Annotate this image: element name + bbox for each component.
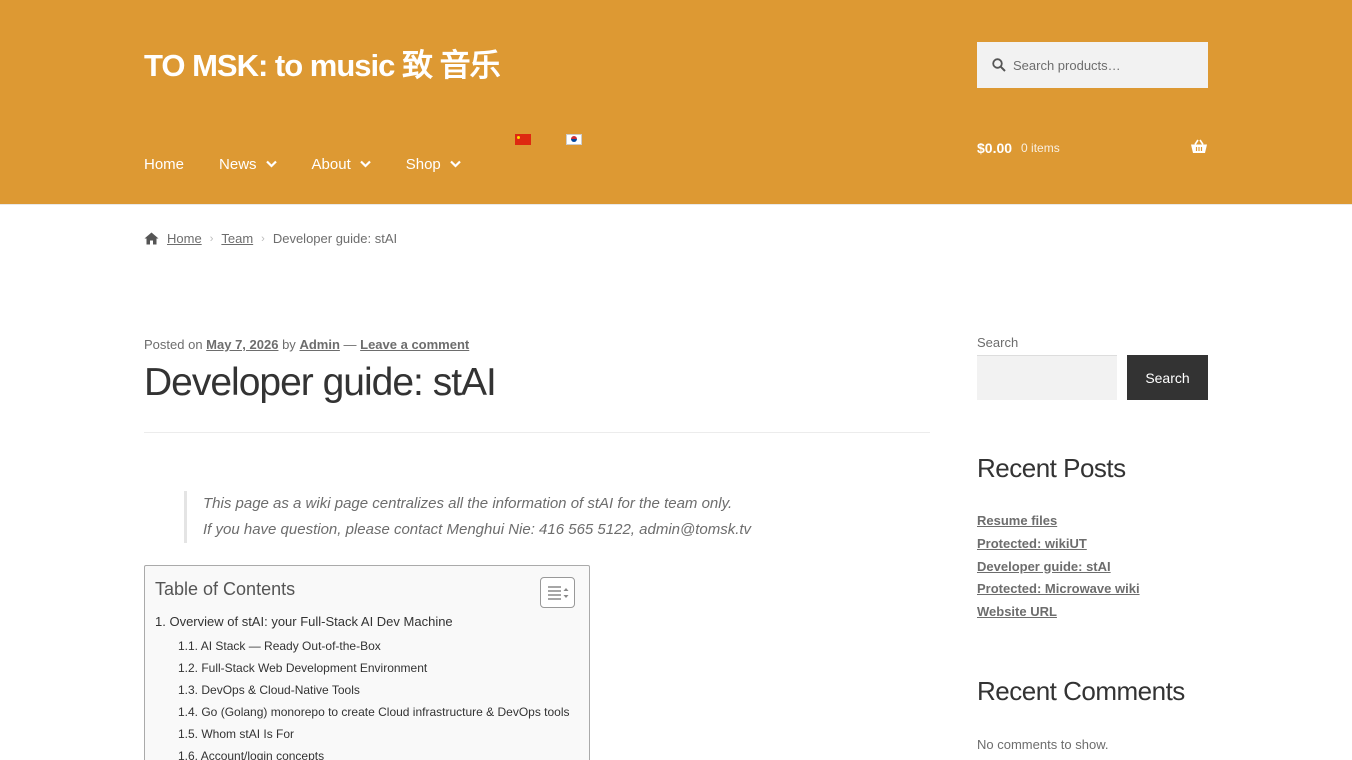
- meta-dash: —: [343, 337, 357, 352]
- list-toggle-icon: [548, 586, 569, 600]
- toc-item[interactable]: 1.4. Go (Golang) monorepo to create Clou…: [155, 702, 570, 724]
- home-icon: [144, 232, 159, 245]
- table-of-contents: Table of Contents 1. Overview of stAI: y…: [144, 565, 590, 760]
- recent-posts-list: Resume files Protected: wikiUT Developer…: [977, 511, 1140, 625]
- breadcrumb: Home › Team › Developer guide: stAI: [144, 231, 397, 246]
- breadcrumb-current: Developer guide: stAI: [272, 231, 398, 246]
- breadcrumb-separator-icon: ›: [209, 232, 214, 245]
- chevron-down-icon[interactable]: [265, 160, 277, 168]
- korea-flag-icon[interactable]: [566, 134, 582, 145]
- site-header: TO MSK: to music 致 音乐 Home News About Sh…: [0, 0, 1352, 205]
- no-comments-text: No comments to show.: [977, 737, 1109, 752]
- quote-line: If you have question, please contact Men…: [203, 521, 752, 538]
- toc-item[interactable]: 1.3. DevOps & Cloud-Native Tools: [155, 680, 570, 702]
- toc-item[interactable]: 1.1. AI Stack — Ready Out-of-the-Box: [155, 636, 570, 658]
- breadcrumb-team-link[interactable]: Team: [221, 231, 253, 246]
- nav-item-shop[interactable]: Shop: [406, 156, 461, 173]
- nav-item-home[interactable]: Home: [144, 156, 184, 173]
- recent-post-link[interactable]: Protected: Microwave wiki: [977, 579, 1140, 602]
- by-label: by: [282, 337, 296, 352]
- sidebar-search-label: Search: [977, 335, 1019, 350]
- nav-item-about[interactable]: About: [312, 156, 371, 173]
- toc-item[interactable]: 1. Overview of stAI: your Full-Stack AI …: [155, 612, 570, 636]
- product-search-input[interactable]: [1013, 42, 1203, 88]
- sidebar-search-input[interactable]: [977, 355, 1117, 400]
- recent-post-link[interactable]: Developer guide: stAI: [977, 557, 1140, 580]
- nav-item-label: About: [311, 155, 351, 173]
- recent-comments-title: Recent Comments: [977, 676, 1185, 706]
- leave-comment-link[interactable]: Leave a comment: [360, 337, 469, 352]
- toc-item[interactable]: 1.5. Whom stAI Is For: [155, 724, 570, 746]
- posted-on-label: Posted on: [144, 337, 203, 352]
- breadcrumb-home-link[interactable]: Home: [167, 231, 202, 246]
- basket-icon[interactable]: [1190, 139, 1208, 154]
- toc-list: 1. Overview of stAI: your Full-Stack AI …: [155, 612, 570, 760]
- chevron-down-icon[interactable]: [359, 160, 371, 168]
- recent-post-link[interactable]: Website URL: [977, 602, 1140, 625]
- recent-post-link[interactable]: Resume files: [977, 511, 1140, 534]
- chevron-down-icon[interactable]: [450, 160, 461, 168]
- post-date-link[interactable]: May 7, 2026: [206, 337, 278, 352]
- recent-posts-title: Recent Posts: [977, 453, 1126, 483]
- title-divider: [144, 432, 930, 433]
- nav-item-label: Shop: [405, 155, 441, 173]
- toc-title: Table of Contents: [155, 579, 296, 599]
- recent-post-link[interactable]: Protected: wikiUT: [977, 534, 1140, 557]
- nav-item-label: News: [219, 155, 257, 173]
- toc-item[interactable]: 1.2. Full-Stack Web Development Environm…: [155, 658, 570, 680]
- intro-quote: This page as a wiki page centralizes all…: [184, 491, 751, 543]
- toc-toggle-button[interactable]: [540, 577, 575, 608]
- post-title: Developer guide: stAI: [144, 361, 497, 404]
- search-icon: [992, 58, 1006, 72]
- toc-item[interactable]: 1.6. Account/login concepts: [155, 746, 570, 760]
- china-flag-icon[interactable]: [515, 134, 531, 145]
- site-title[interactable]: TO MSK: to music 致 音乐: [144, 40, 501, 85]
- cart-amount: $0.00: [977, 140, 1013, 156]
- sidebar-search-button[interactable]: Search: [1127, 355, 1208, 400]
- nav-item-news[interactable]: News: [219, 156, 277, 173]
- breadcrumb-separator-icon: ›: [261, 232, 265, 245]
- cart-count: 0 items: [1021, 141, 1060, 155]
- product-search: [977, 42, 1208, 88]
- nav-item-label: Home: [144, 155, 185, 173]
- quote-line: This page as a wiki page centralizes all…: [203, 495, 733, 512]
- main-nav: Home News About Shop: [144, 153, 496, 175]
- post-meta: Posted on May 7, 2026 by Admin — Leave a…: [144, 337, 469, 352]
- post-author-link[interactable]: Admin: [299, 337, 339, 352]
- cart-link[interactable]: $0.00 0 items: [977, 138, 1208, 158]
